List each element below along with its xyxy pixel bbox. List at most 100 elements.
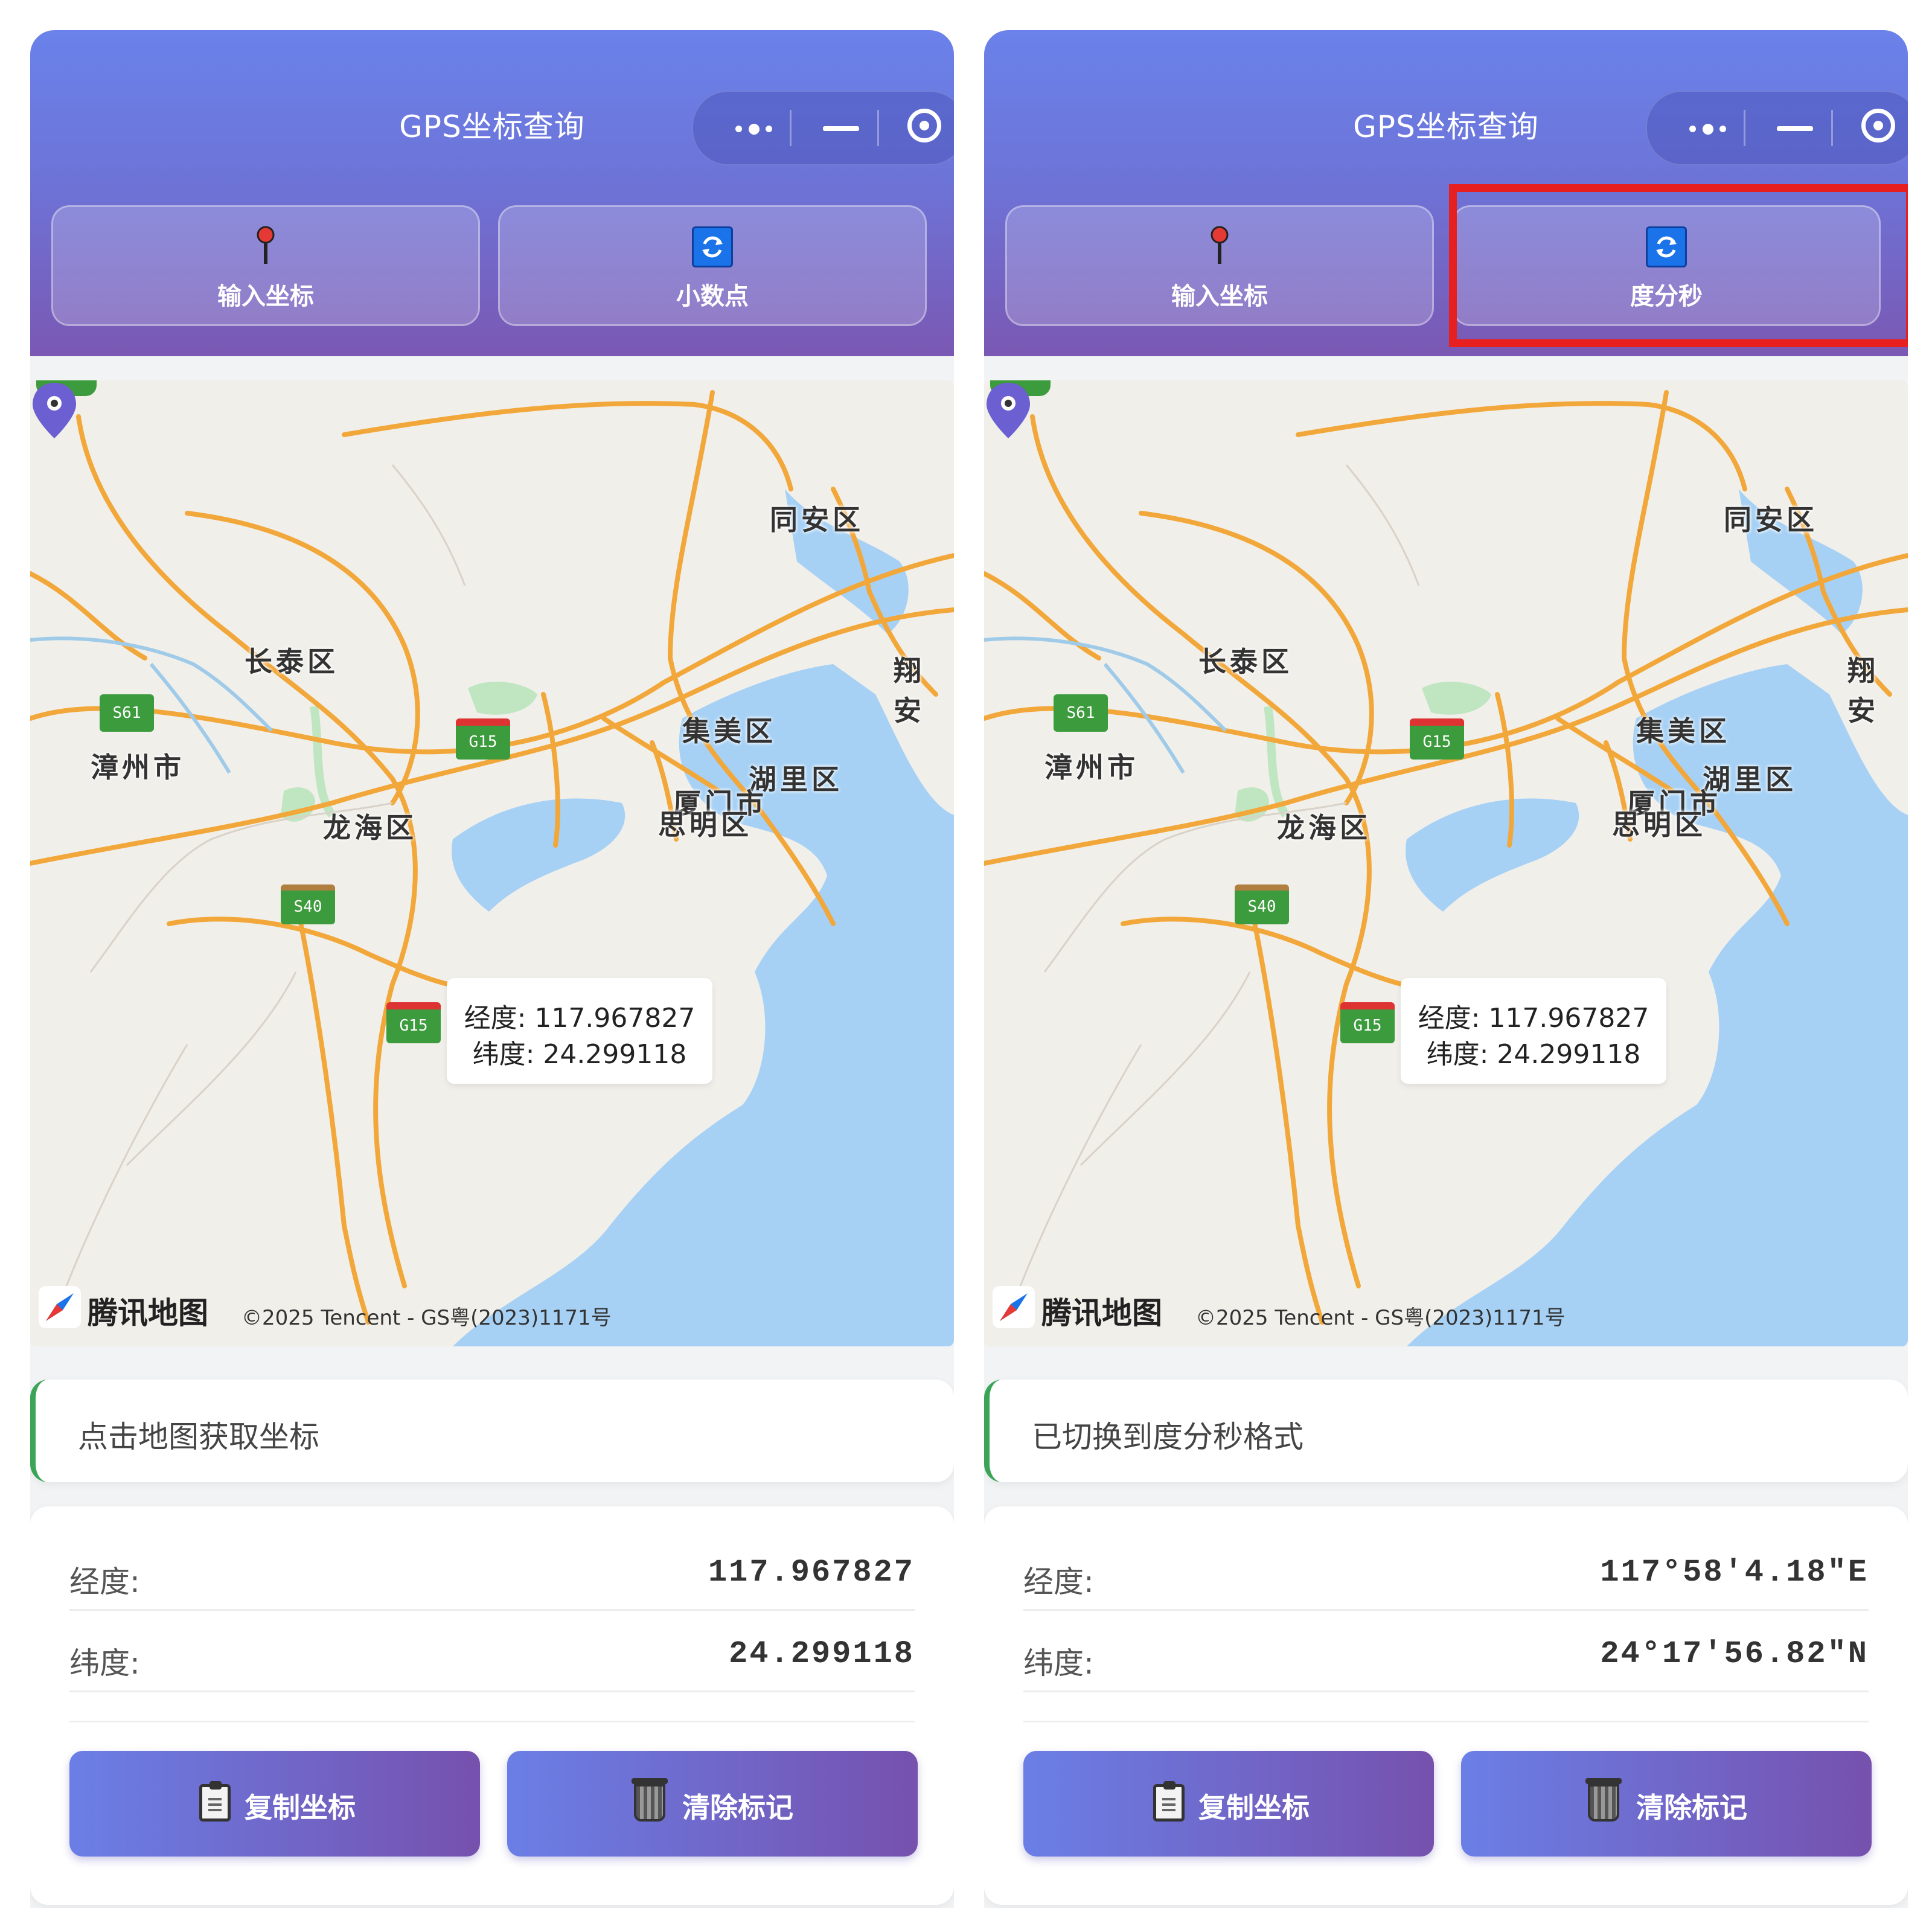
clear-marker-label: 清除标记 (1636, 1791, 1747, 1824)
coordinate-tooltip: 经度: 117.967827 纬度: 24.299118 (447, 978, 712, 1084)
input-coordinates-button[interactable]: 输入坐标 (1005, 205, 1434, 326)
map-place-label: 思明区 (658, 808, 752, 841)
status-message: 点击地图获取坐标 (30, 1380, 954, 1482)
map-view[interactable]: 同安区 长泰区 翔安 集美区 漳州市 湖里区 厦门市 龙海区 思明区 S61 G15 S40 G15 … (30, 380, 954, 1346)
divider (69, 1721, 915, 1722)
latitude-value: 24.299118 (729, 1636, 915, 1672)
tencent-map-logo-icon (993, 1286, 1035, 1328)
target-close-icon (1861, 109, 1895, 142)
latitude-label: 纬度: (69, 1646, 140, 1681)
app-header: GPS坐标查询 (984, 30, 1908, 356)
status-message: 已切换到度分秒格式 (984, 1380, 1908, 1482)
latitude-row: 纬度: 24.299118 (69, 1612, 915, 1692)
tooltip-latitude: 纬度: 24.299118 (472, 1039, 687, 1070)
minimize-button[interactable] (1753, 92, 1837, 164)
coordinate-tooltip: 经度: 117.967827 纬度: 24.299118 (1401, 978, 1666, 1084)
latitude-row: 纬度: 24°17'56.82"N (1023, 1612, 1869, 1692)
map-place-label: 长泰区 (1198, 645, 1293, 678)
close-button[interactable] (886, 92, 954, 164)
highway-shield: S61 (1054, 694, 1108, 732)
copy-coordinates-button[interactable]: 复制坐标 (1023, 1751, 1434, 1857)
longitude-value: 117.967827 (708, 1555, 915, 1590)
map-place-label: 同安区 (770, 504, 864, 536)
highway-shield: G15 (456, 718, 510, 760)
more-dots-icon (735, 124, 778, 135)
minimize-button[interactable] (799, 92, 883, 164)
phone-screen: GPS坐标查询 (30, 30, 954, 1908)
map-logo-text: 腾讯地图 (1041, 1296, 1162, 1331)
map-place-label: 同安区 (1724, 504, 1818, 536)
map-place-label: 翔安 (1847, 654, 1879, 727)
input-coordinates-button[interactable]: 输入坐标 (51, 205, 480, 326)
map-place-label: 集美区 (682, 715, 776, 747)
clear-marker-button[interactable]: 清除标记 (507, 1751, 918, 1857)
minimize-icon (1777, 126, 1813, 131)
map-place-label: 长泰区 (245, 645, 339, 678)
clear-marker-button[interactable]: 清除标记 (1461, 1751, 1872, 1857)
longitude-label: 经度: (1023, 1564, 1094, 1599)
mini-program-capsule (1646, 91, 1908, 165)
clear-marker-label: 清除标记 (682, 1791, 793, 1824)
coordinates-panel: 经度: 117°58'4.18"E 纬度: 24°17'56.82"N 复制坐标… (984, 1506, 1908, 1905)
mini-program-capsule (692, 91, 954, 165)
highway-shield: G15 (1410, 718, 1464, 760)
tooltip-longitude: 经度: 117.967827 (464, 1003, 696, 1034)
input-coordinates-label: 输入坐标 (217, 283, 314, 310)
more-button[interactable] (1665, 92, 1750, 164)
nav-bar: GPS坐标查询 (30, 30, 954, 181)
longitude-label: 经度: (69, 1564, 140, 1599)
minimize-icon (823, 126, 859, 131)
longitude-row: 经度: 117°58'4.18"E (1023, 1531, 1869, 1611)
map-copyright: ©2025 Tencent - GS粤(2023)1171号 (1195, 1306, 1566, 1330)
latitude-label: 纬度: (1023, 1646, 1094, 1681)
highway-shield: S40 (1235, 884, 1289, 924)
pushpin-icon (1211, 226, 1229, 264)
divider (1023, 1721, 1869, 1722)
status-text: 已切换到度分秒格式 (1032, 1419, 1303, 1454)
app-header: GPS坐标查询 (30, 30, 954, 356)
highlight-box (1449, 184, 1908, 347)
trash-icon (632, 1778, 668, 1822)
map-place-label: 漳州市 (1044, 751, 1139, 784)
target-close-icon (907, 109, 941, 142)
map-logo-text: 腾讯地图 (88, 1296, 208, 1331)
refresh-icon (692, 226, 733, 267)
copy-coordinates-button[interactable]: 复制坐标 (69, 1751, 480, 1857)
map-place-label: 龙海区 (1277, 811, 1371, 844)
longitude-value: 117°58'4.18"E (1600, 1555, 1869, 1590)
tencent-map-logo-icon (39, 1286, 81, 1328)
map-place-label: 集美区 (1636, 715, 1730, 747)
highway-shield: S40 (281, 884, 335, 924)
coordinates-panel: 经度: 117.967827 纬度: 24.299118 复制坐标 清除标记 (30, 1506, 954, 1905)
more-dots-icon (1689, 124, 1732, 135)
trash-icon (1585, 1778, 1622, 1822)
more-button[interactable] (711, 92, 796, 164)
status-text: 点击地图获取坐标 (78, 1419, 319, 1454)
format-toggle-button[interactable]: 小数点 (498, 205, 927, 326)
map-place-label: 思明区 (1612, 808, 1706, 841)
map-marker-icon[interactable] (30, 380, 78, 441)
copy-coordinates-label: 复制坐标 (1198, 1791, 1310, 1824)
phone-screen: GPS坐标查询 (984, 30, 1908, 1908)
clipboard-icon (1153, 1781, 1185, 1822)
nav-bar: GPS坐标查询 (984, 30, 1908, 181)
pushpin-icon (257, 226, 275, 264)
copy-coordinates-label: 复制坐标 (245, 1791, 356, 1824)
map-copyright: ©2025 Tencent - GS粤(2023)1171号 (242, 1306, 612, 1330)
highway-shield: G15 (1340, 1002, 1395, 1043)
highway-shield: S61 (100, 694, 154, 732)
map-place-label: 漳州市 (91, 751, 185, 784)
close-button[interactable] (1840, 92, 1908, 164)
tooltip-latitude: 纬度: 24.299118 (1426, 1039, 1641, 1070)
map-place-label: 翔安 (894, 654, 925, 727)
map-view[interactable]: 同安区 长泰区 翔安 集美区 漳州市 湖里区 厦门市 龙海区 思明区 S61 G15 S40 G15 … (984, 380, 1908, 1346)
format-toggle-label: 小数点 (676, 283, 749, 310)
map-place-label: 龙海区 (323, 811, 417, 844)
clipboard-icon (199, 1781, 231, 1822)
highway-shield: G15 (386, 1002, 441, 1043)
longitude-row: 经度: 117.967827 (69, 1531, 915, 1611)
map-marker-icon[interactable] (984, 380, 1032, 441)
input-coordinates-label: 输入坐标 (1171, 283, 1268, 310)
latitude-value: 24°17'56.82"N (1600, 1636, 1869, 1672)
tooltip-longitude: 经度: 117.967827 (1418, 1003, 1649, 1034)
